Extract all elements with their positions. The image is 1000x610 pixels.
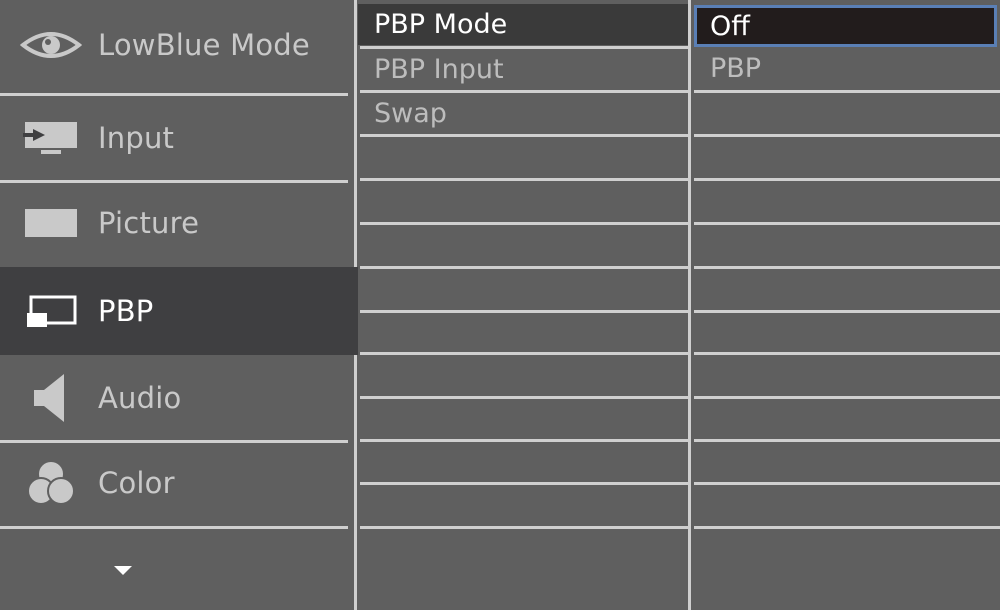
option-pbp[interactable]: PBP — [694, 48, 1000, 89]
submenu-item-swap[interactable]: Swap — [358, 93, 688, 134]
menu-item-label: Picture — [98, 206, 200, 240]
eye-icon — [16, 29, 86, 61]
menu-item-label: Color — [98, 466, 175, 500]
submenu-item-label: PBP Mode — [374, 9, 508, 40]
chevron-down-icon[interactable] — [114, 566, 132, 575]
input-icon — [16, 120, 86, 156]
menu-item-label: Audio — [98, 381, 182, 415]
menu-item-pbp[interactable]: PBP — [0, 267, 358, 355]
divider — [0, 526, 348, 529]
menu-item-picture[interactable]: Picture — [0, 180, 348, 266]
menu-item-label: Input — [98, 121, 175, 155]
option-label: PBP — [710, 53, 762, 84]
menu-item-audio[interactable]: Audio — [0, 355, 348, 441]
pbp-icon — [16, 293, 86, 329]
menu-item-label: PBP — [98, 294, 154, 328]
speaker-icon — [16, 372, 86, 424]
color-icon — [16, 458, 86, 508]
column-divider — [688, 0, 691, 610]
picture-icon — [16, 207, 86, 239]
option-off[interactable]: Off — [694, 5, 997, 47]
option-label: Off — [710, 10, 750, 42]
menu-item-input[interactable]: Input — [0, 95, 348, 181]
submenu-item-pbp-input[interactable]: PBP Input — [358, 49, 688, 90]
submenu-item-pbp-mode[interactable]: PBP Mode — [358, 4, 688, 45]
menu-item-color[interactable]: Color — [0, 440, 348, 526]
menu-item-label: LowBlue Mode — [98, 28, 310, 62]
menu-item-lowblue-mode[interactable]: LowBlue Mode — [0, 2, 348, 88]
submenu-item-label: PBP Input — [374, 54, 504, 85]
submenu-item-label: Swap — [374, 98, 447, 129]
